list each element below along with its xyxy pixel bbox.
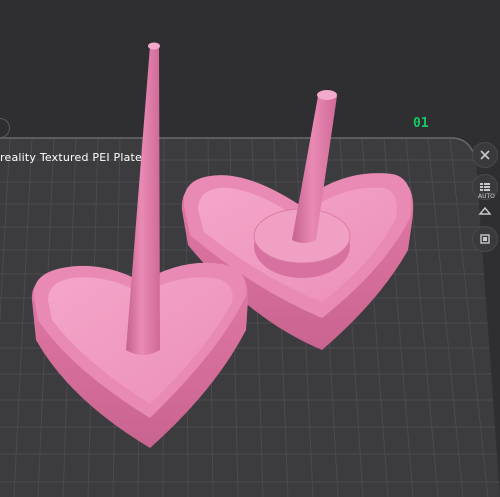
arrange-icon[interactable]	[472, 226, 498, 252]
build-plate-scene[interactable]	[0, 0, 500, 497]
plate-side-toolbar: AUTO	[466, 140, 500, 260]
auto-orient-icon[interactable]	[472, 198, 498, 224]
close-icon[interactable]	[472, 142, 498, 168]
plate-name-label: reality Textured PEI Plate	[0, 151, 143, 164]
3d-viewport[interactable]: reality Textured PEI Plate 01 AUTO	[0, 0, 500, 497]
auto-label: AUTO	[478, 193, 495, 200]
plate-number[interactable]: 01	[413, 116, 429, 131]
